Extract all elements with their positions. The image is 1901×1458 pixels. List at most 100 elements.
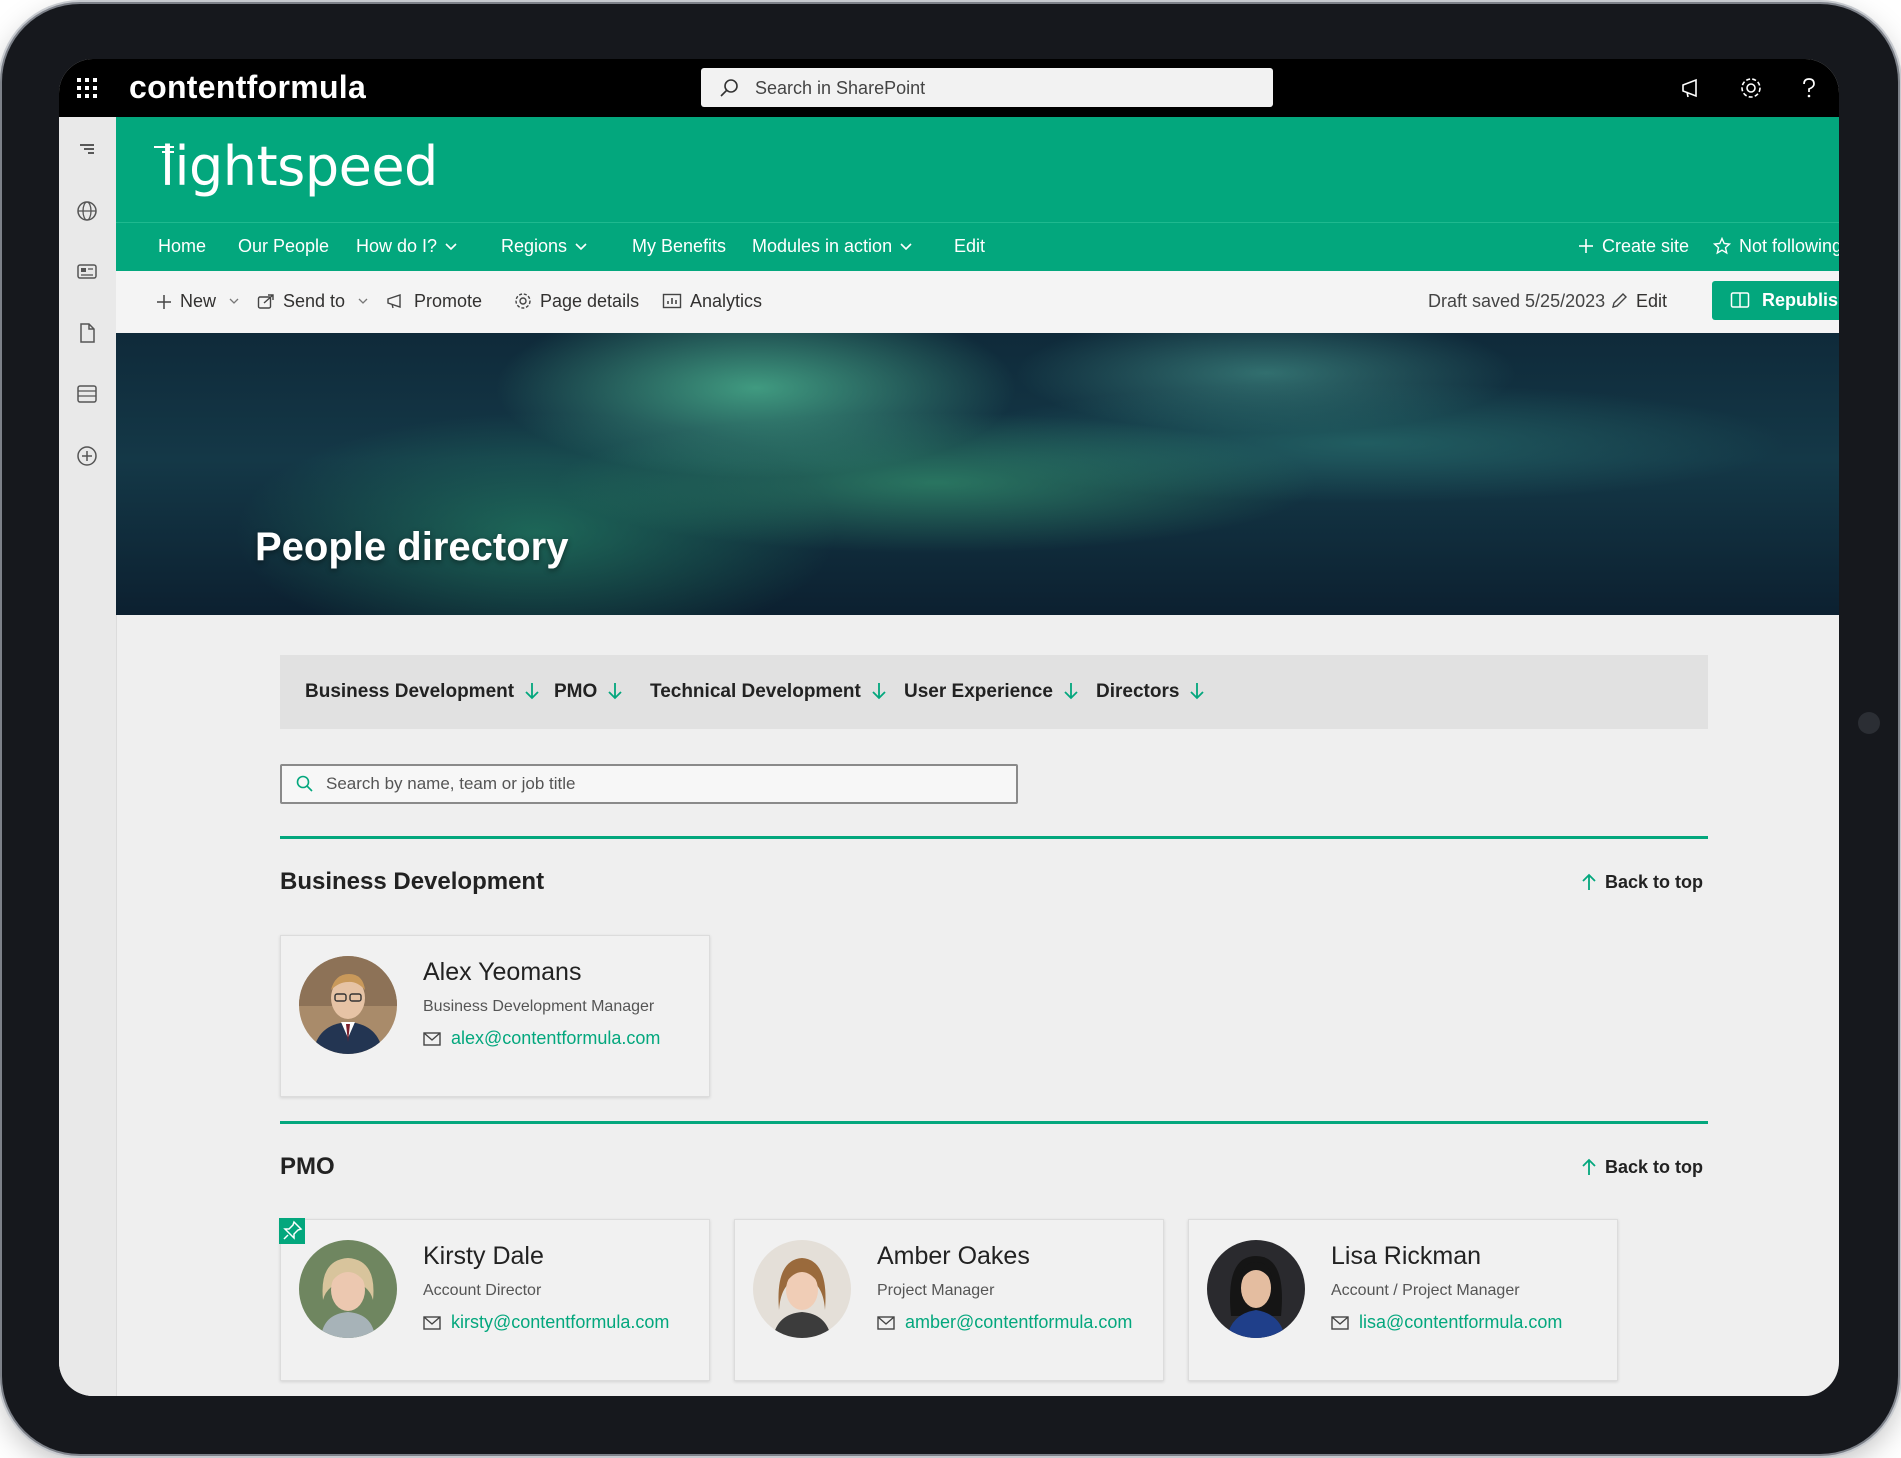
person-name: Lisa Rickman [1331, 1242, 1482, 1270]
person-card[interactable]: Alex Yeomans Business Development Manage… [280, 935, 710, 1097]
news-icon[interactable] [74, 258, 100, 284]
page-details-button[interactable]: Page details [514, 291, 639, 312]
new-button[interactable]: New [156, 291, 239, 312]
document-icon[interactable] [74, 320, 100, 346]
nav-item-our-people[interactable]: Our People [238, 236, 329, 257]
waffle-icon[interactable] [75, 76, 99, 100]
filter-tab-user-experience[interactable]: User Experience [904, 681, 1079, 703]
people-search-input[interactable]: Search by name, team or job title [280, 764, 1018, 804]
command-bar: New Send to Promote Page details Analyti… [116, 271, 1839, 334]
chevron-down-icon [575, 243, 587, 251]
filter-tab-business-development[interactable]: Business Development [305, 681, 540, 703]
section-divider [280, 836, 1708, 839]
promote-button[interactable]: Promote [386, 291, 482, 312]
chevron-down-icon [358, 298, 368, 304]
people-search-placeholder: Search by name, team or job title [326, 774, 576, 793]
mail-icon [423, 1316, 441, 1330]
sharepoint-search-input[interactable]: Search in SharePoint [701, 68, 1273, 107]
hero-banner: People directory [116, 333, 1839, 615]
nav-item-regions[interactable]: Regions [501, 236, 587, 257]
chevron-down-icon [445, 243, 457, 251]
page-title: People directory [255, 525, 569, 569]
create-site-button[interactable]: Create site [1578, 236, 1689, 257]
filter-tab-directors[interactable]: Directors [1096, 681, 1205, 703]
arrow-down-icon [872, 683, 886, 700]
person-card[interactable]: Amber Oakes Project Manager amber@conten… [734, 1219, 1164, 1381]
brand-name[interactable]: contentformula [129, 69, 366, 106]
analytics-button[interactable]: Analytics [662, 291, 762, 312]
filter-tab-technical-development[interactable]: Technical Development [650, 681, 887, 703]
avatar [1207, 1240, 1305, 1338]
mail-icon [877, 1316, 895, 1330]
nav-item-modules-in-action[interactable]: Modules in action [752, 236, 912, 257]
chevron-down-icon [229, 298, 239, 304]
plus-icon [1579, 239, 1593, 253]
person-job-title: Account / Project Manager [1331, 1282, 1520, 1299]
person-name: Amber Oakes [877, 1242, 1030, 1270]
send-to-button[interactable]: Send to [257, 291, 368, 312]
republish-button[interactable]: Republish [1712, 281, 1839, 320]
person-email-link[interactable]: alex@contentformula.com [423, 1028, 660, 1049]
arrow-down-icon [1190, 683, 1205, 700]
section-title-business-development: Business Development [280, 868, 545, 895]
person-card[interactable]: Lisa Rickman Account / Project Manager l… [1188, 1219, 1618, 1381]
book-icon [1730, 292, 1750, 308]
back-to-top-link[interactable]: Back to top [1581, 1157, 1703, 1178]
filter-tab-pmo[interactable]: PMO [554, 681, 623, 703]
arrow-down-icon [1064, 683, 1078, 700]
help-icon[interactable] [1795, 74, 1823, 102]
nav-item-my-benefits[interactable]: My Benefits [632, 236, 726, 257]
person-photo-icon [1207, 1240, 1305, 1338]
left-app-rail [59, 117, 117, 1396]
person-name: Kirsty Dale [423, 1242, 544, 1270]
arrow-up-icon [1582, 1158, 1596, 1175]
gear-icon[interactable] [1737, 74, 1765, 102]
analytics-icon [662, 293, 682, 309]
back-to-top-link[interactable]: Back to top [1581, 872, 1703, 893]
person-job-title: Business Development Manager [423, 998, 655, 1015]
person-card[interactable]: Kirsty Dale Account Director kirsty@cont… [279, 1218, 710, 1381]
collapse-menu-icon[interactable] [74, 137, 100, 163]
avatar [299, 1240, 397, 1338]
avatar [299, 956, 397, 1054]
mail-icon [423, 1032, 441, 1046]
site-logo[interactable]: lightspeed [160, 135, 438, 198]
nav-item-home[interactable]: Home [158, 236, 206, 257]
arrow-down-icon [608, 683, 622, 700]
list-icon[interactable] [74, 381, 100, 407]
draft-status: Draft saved 5/25/2023 [1428, 291, 1606, 311]
person-email-link[interactable]: kirsty@contentformula.com [423, 1312, 669, 1333]
pin-icon[interactable] [279, 1218, 305, 1244]
globe-icon[interactable] [74, 198, 100, 224]
mail-icon [1331, 1316, 1349, 1330]
person-name: Alex Yeomans [423, 958, 582, 986]
arrow-up-icon [1582, 873, 1596, 890]
person-email-link[interactable]: lisa@contentformula.com [1331, 1312, 1562, 1333]
megaphone-icon[interactable] [1678, 74, 1706, 102]
nav-item-edit[interactable]: Edit [954, 236, 985, 257]
search-icon [720, 79, 738, 97]
sharepoint-screen: contentformula Search in SharePoint ligh… [59, 59, 1839, 1396]
add-circle-icon[interactable] [74, 443, 100, 469]
person-job-title: Account Director [423, 1282, 542, 1299]
edit-button[interactable]: Edit [1610, 291, 1667, 312]
section-title-pmo: PMO [280, 1153, 335, 1180]
device-camera [1858, 712, 1880, 734]
chevron-down-icon [900, 243, 912, 251]
suite-bar: contentformula Search in SharePoint [59, 59, 1839, 117]
follow-site-button[interactable]: Not following [1712, 236, 1839, 257]
person-photo-icon [299, 1240, 397, 1338]
settings-icon [515, 293, 531, 309]
arrow-down-icon [525, 683, 539, 700]
site-navigation: Home Our People How do I? Regions My Ben… [116, 222, 1839, 272]
share-icon [257, 294, 274, 309]
avatar [753, 1240, 851, 1338]
team-filter-bar: Business Development PMO Technical Devel… [280, 655, 1708, 729]
section-divider [280, 1121, 1708, 1124]
pencil-icon [1612, 293, 1627, 308]
person-email-link[interactable]: amber@contentformula.com [877, 1312, 1132, 1333]
nav-item-how-do-i[interactable]: How do I? [356, 236, 457, 257]
search-placeholder: Search in SharePoint [755, 78, 926, 98]
promote-icon [387, 294, 401, 309]
person-job-title: Project Manager [877, 1282, 995, 1299]
